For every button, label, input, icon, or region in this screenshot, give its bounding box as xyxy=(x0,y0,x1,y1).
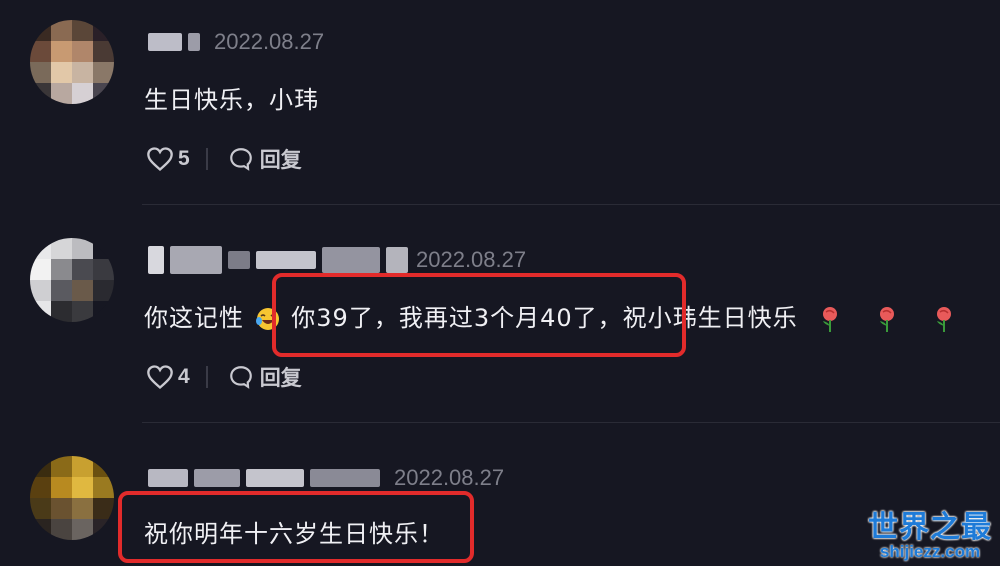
blurred-username xyxy=(256,251,316,269)
blurred-username xyxy=(322,247,380,273)
blurred-username[interactable] xyxy=(148,469,188,487)
comment-text-start: 你这记性 xyxy=(144,304,244,332)
comment-meta: 2022.08.27 xyxy=(148,26,324,58)
heart-icon[interactable] xyxy=(146,364,174,390)
blurred-username xyxy=(194,469,240,487)
rose-emoji xyxy=(936,307,951,332)
blurred-username xyxy=(246,469,304,487)
blurred-username xyxy=(228,251,250,269)
reply-button[interactable]: 回复 xyxy=(260,144,302,174)
comment-text: 生日快乐，小玮 xyxy=(144,86,319,114)
comment-actions: 5 回复 xyxy=(146,144,302,174)
divider xyxy=(205,148,208,170)
comment-meta: 2022.08.27 xyxy=(148,244,526,276)
comment-date: 2022.08.27 xyxy=(214,29,325,54)
watermark: 世界之最 shijiezz.com xyxy=(868,502,992,562)
avatar[interactable] xyxy=(30,238,114,322)
reply-button[interactable]: 回复 xyxy=(260,362,302,392)
avatar[interactable] xyxy=(30,456,114,540)
avatar[interactable] xyxy=(30,20,114,104)
comment-date: 2022.08.27 xyxy=(416,247,527,272)
blurred-username xyxy=(188,33,200,51)
rose-emoji xyxy=(823,307,838,332)
reply-bubble-icon[interactable] xyxy=(228,364,254,390)
like-count: 4 xyxy=(178,365,190,388)
like-count: 5 xyxy=(178,147,190,170)
blurred-username xyxy=(170,246,222,274)
comment-actions: 4 回复 xyxy=(146,362,302,392)
blurred-username[interactable] xyxy=(148,33,182,51)
comment-meta: 2022.08.27 xyxy=(148,462,504,494)
rose-emoji xyxy=(879,307,894,332)
watermark-url: shijiezz.com xyxy=(879,542,981,561)
comment-divider xyxy=(142,204,1000,205)
blurred-username xyxy=(386,247,408,273)
blurred-username[interactable] xyxy=(148,246,164,274)
comment-divider xyxy=(142,422,1000,423)
comment-date: 2022.08.27 xyxy=(394,465,505,490)
highlight-box xyxy=(272,273,686,357)
divider xyxy=(205,366,208,388)
heart-icon[interactable] xyxy=(146,146,174,172)
reply-bubble-icon[interactable] xyxy=(228,146,254,172)
watermark-title: 世界之最 xyxy=(868,510,992,545)
blurred-username xyxy=(310,469,380,487)
highlight-box xyxy=(118,491,474,563)
